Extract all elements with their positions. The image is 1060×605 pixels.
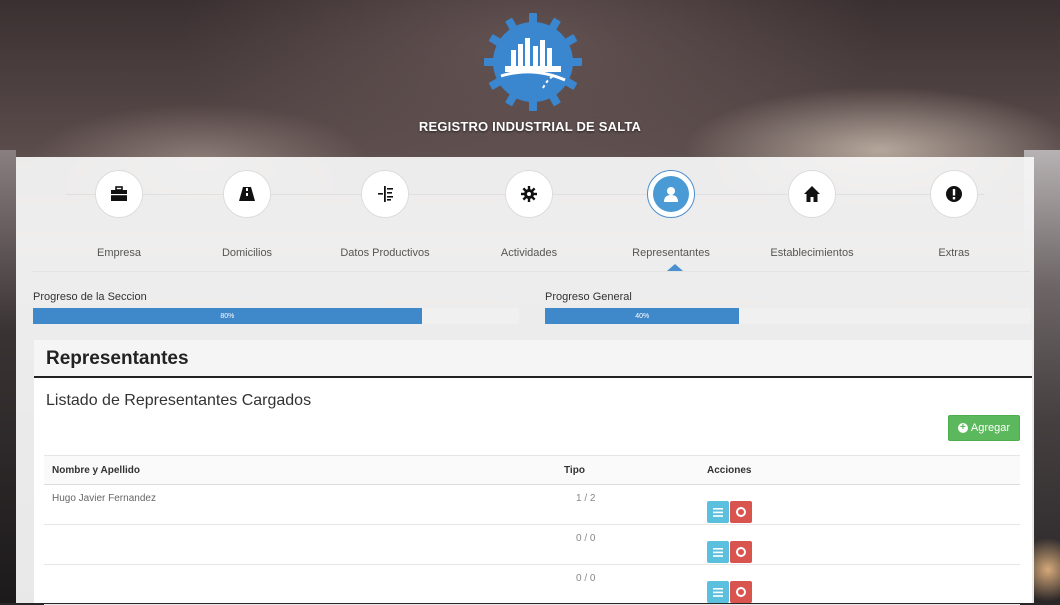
road-icon <box>239 187 255 201</box>
user-icon <box>664 187 678 202</box>
table-row: 0 / 0 <box>44 524 1020 565</box>
section-progress-value: 80% <box>220 312 235 320</box>
step-domicilios[interactable]: Domicilios <box>177 170 317 259</box>
table-row: 0 / 0 <box>44 564 1020 605</box>
cell-acciones <box>699 524 1020 565</box>
step-representantes[interactable]: Representantes <box>601 170 741 259</box>
step-label: Establecimientos <box>770 247 854 259</box>
card-header: Representantes <box>34 340 1032 378</box>
cell-tipo: 0 / 0 <box>556 564 699 605</box>
step-establecimientos[interactable]: Establecimientos <box>742 170 882 259</box>
step-label: Domicilios <box>221 247 273 259</box>
list-icon <box>713 547 723 557</box>
step-empresa[interactable]: Empresa <box>49 170 189 259</box>
logo <box>481 10 585 114</box>
remove-circle-icon <box>736 587 746 597</box>
cell-nombre: Hugo Javier Fernandez <box>44 484 556 525</box>
step-actividades[interactable]: Actividades <box>459 170 599 259</box>
column-header-tipo: Tipo <box>556 455 699 485</box>
remove-circle-icon <box>736 547 746 557</box>
active-step-indicator <box>667 264 683 271</box>
table-row: Hugo Javier Fernandez 1 / 2 <box>44 484 1020 525</box>
representantes-card: Representantes Listado de Representantes… <box>34 340 1032 605</box>
list-icon <box>713 507 723 517</box>
column-header-nombre: Nombre y Apellido <box>44 455 556 485</box>
general-progress-value: 40% <box>635 312 650 320</box>
cell-acciones <box>699 484 1020 525</box>
background-light <box>1030 520 1060 603</box>
add-button-label: Agregar <box>970 422 1011 434</box>
cell-acciones <box>699 564 1020 605</box>
list-indent-icon <box>378 186 393 202</box>
brand-title: REGISTRO INDUSTRIAL DE SALTA <box>418 119 642 134</box>
step-label: Extras <box>938 247 970 259</box>
table-header-row: Nombre y Apellido Tipo Acciones <box>44 455 1020 485</box>
section-progress-bar: 80% <box>33 308 519 324</box>
plus-circle-icon: + <box>957 423 968 433</box>
factory-gear-logo-icon <box>484 13 582 111</box>
list-icon <box>713 587 723 597</box>
card-title: Representantes <box>46 348 189 369</box>
step-label: Actividades <box>500 247 558 259</box>
step-circle <box>95 170 143 218</box>
step-circle <box>788 170 836 218</box>
cell-nombre <box>44 564 556 605</box>
column-header-acciones: Acciones <box>699 455 1020 485</box>
step-label: Representantes <box>632 247 710 259</box>
exclamation-icon <box>946 186 962 202</box>
delete-button[interactable] <box>730 541 752 563</box>
delete-button[interactable] <box>730 581 752 603</box>
step-datos-productivos[interactable]: Datos Productivos <box>315 170 455 259</box>
add-representante-button[interactable]: + Agregar <box>948 415 1020 441</box>
step-circle <box>361 170 409 218</box>
list-title: Listado de Representantes Cargados <box>46 392 312 409</box>
wizard-steps: Empresa Domicilios Datos Productivos Act… <box>16 157 1034 287</box>
step-circle <box>223 170 271 218</box>
main-panel: Empresa Domicilios Datos Productivos Act… <box>16 157 1034 605</box>
remove-circle-icon <box>736 507 746 517</box>
general-progress-fill: 40% <box>545 308 740 324</box>
cell-nombre <box>44 524 556 565</box>
cell-tipo: 1 / 2 <box>556 484 699 525</box>
list-button[interactable] <box>707 541 729 563</box>
general-progress-bar: 40% <box>545 308 1031 324</box>
step-circle <box>505 170 553 218</box>
home-icon <box>804 186 820 202</box>
list-button[interactable] <box>707 581 729 603</box>
step-extras[interactable]: Extras <box>884 170 1024 259</box>
representantes-table: Nombre y Apellido Tipo Acciones Hugo Jav… <box>44 455 1020 605</box>
section-progress-label: Progreso de la Seccion <box>33 291 147 303</box>
gear-icon <box>521 186 537 202</box>
step-label: Datos Productivos <box>340 247 430 259</box>
delete-button[interactable] <box>730 501 752 523</box>
step-circle <box>647 170 695 218</box>
general-progress-label: Progreso General <box>545 291 632 303</box>
list-button[interactable] <box>707 501 729 523</box>
background-image-left <box>0 150 16 603</box>
step-circle <box>930 170 978 218</box>
steps-divider <box>32 271 1030 272</box>
cell-tipo: 0 / 0 <box>556 524 699 565</box>
step-label: Empresa <box>96 247 142 259</box>
section-progress-fill: 80% <box>33 308 422 324</box>
briefcase-icon <box>111 186 127 201</box>
